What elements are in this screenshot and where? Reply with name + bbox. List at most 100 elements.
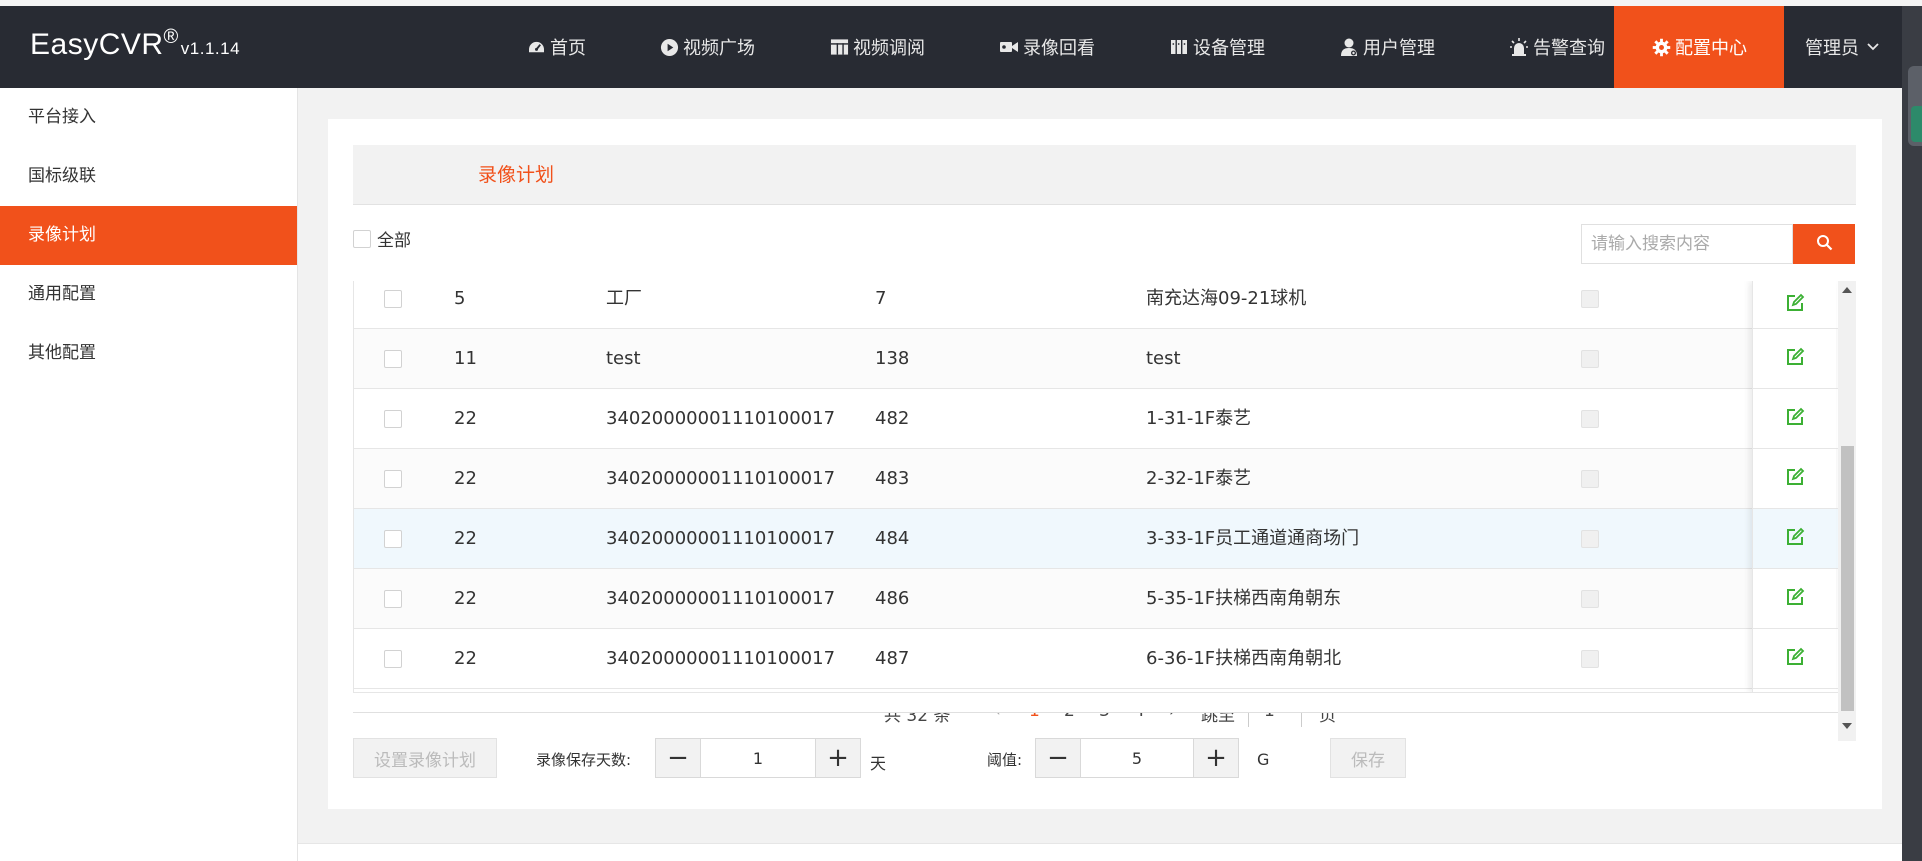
row-enable-checkbox[interactable] bbox=[1581, 349, 1599, 368]
pagination-jump-value: 1 bbox=[1264, 713, 1275, 721]
gear-icon bbox=[1651, 37, 1671, 57]
select-all-checkbox[interactable] bbox=[353, 229, 371, 248]
select-all-label: 全部 bbox=[377, 231, 411, 251]
nav-playback[interactable]: 录像回看 bbox=[962, 6, 1132, 88]
pagination-prev[interactable]: ‹ bbox=[994, 713, 1001, 721]
row-enable-checkbox[interactable] bbox=[1581, 529, 1599, 548]
pagination-jump-input[interactable] bbox=[1248, 713, 1302, 727]
cell-channel: 7 bbox=[875, 288, 887, 309]
cell-channel-name: 南充达海09-21球机 bbox=[1146, 288, 1307, 309]
nav-video-view-label: 视频调阅 bbox=[853, 38, 925, 59]
sidebar-item-platform-access[interactable]: 平台接入 bbox=[0, 88, 297, 147]
cell-channel: 487 bbox=[875, 648, 910, 669]
user-menu[interactable]: 管理员 bbox=[1782, 6, 1902, 88]
side-indicator bbox=[1911, 106, 1922, 142]
nav-user-management[interactable]: 用户管理 bbox=[1302, 6, 1472, 88]
days-decrement-button[interactable]: − bbox=[655, 738, 701, 778]
search-button[interactable] bbox=[1793, 224, 1855, 264]
search-input[interactable]: 请输入搜索内容 bbox=[1581, 224, 1793, 264]
sidebar-item-general-config[interactable]: 通用配置 bbox=[0, 265, 297, 324]
nav-home[interactable]: 首页 bbox=[490, 6, 622, 88]
row-enable-checkbox[interactable] bbox=[1581, 409, 1599, 428]
dashboard-icon bbox=[526, 37, 546, 57]
pagination-page-2[interactable]: 2 bbox=[1064, 713, 1075, 721]
registered-mark: ® bbox=[163, 26, 179, 48]
row-enable-checkbox[interactable] bbox=[1581, 589, 1599, 608]
days-increment-button[interactable]: + bbox=[815, 738, 861, 778]
pagination-jump-label: 跳至 bbox=[1201, 713, 1235, 726]
nav-home-label: 首页 bbox=[550, 38, 586, 59]
cell-id: 22 bbox=[454, 468, 477, 489]
nav-video-square[interactable]: 视频广场 bbox=[622, 6, 792, 88]
retention-days-input[interactable]: 1 bbox=[701, 738, 815, 778]
cell-device: 34020000001110100017 bbox=[606, 528, 836, 549]
row-checkbox[interactable] bbox=[384, 529, 402, 548]
threshold-label: 阈值: bbox=[987, 751, 1023, 769]
table-row[interactable]: 22 34020000001110100017 482 1-31-1F泰艺 bbox=[354, 389, 1841, 449]
app-logo: EasyCVR®v1.1.14 bbox=[30, 26, 240, 62]
retention-days-stepper: − 1 + bbox=[655, 738, 861, 778]
scroll-up-arrow-icon[interactable] bbox=[1842, 287, 1852, 293]
row-checkbox[interactable] bbox=[384, 409, 402, 428]
cell-device: 工厂 bbox=[606, 288, 642, 309]
sidebar: 平台接入 国标级联 录像计划 通用配置 其他配置 bbox=[0, 88, 298, 861]
chevron-down-icon bbox=[1867, 40, 1879, 55]
main-panel: 录像计划 全部 请输入搜索内容 5 工厂 7 南充达海09-21球机 11 te… bbox=[328, 119, 1882, 809]
row-enable-checkbox[interactable] bbox=[1581, 289, 1599, 308]
sidebar-item-gb-cascade[interactable]: 国标级联 bbox=[0, 147, 297, 206]
cell-channel: 484 bbox=[875, 528, 910, 549]
edit-icon[interactable] bbox=[1785, 347, 1805, 371]
cell-channel: 483 bbox=[875, 468, 910, 489]
table-row[interactable]: 22 34020000001110100017 483 2-32-1F泰艺 bbox=[354, 449, 1841, 509]
cell-id: 22 bbox=[454, 588, 477, 609]
row-checkbox[interactable] bbox=[384, 589, 402, 608]
edit-icon[interactable] bbox=[1785, 587, 1805, 611]
table-scrollbar[interactable] bbox=[1838, 281, 1856, 741]
table-row[interactable]: 11 test 138 test bbox=[354, 329, 1841, 389]
pagination-page-3[interactable]: 3 bbox=[1099, 713, 1110, 721]
action-column bbox=[1752, 281, 1836, 692]
save-button[interactable]: 保存 bbox=[1330, 738, 1406, 778]
tab-recording-plan[interactable]: 录像计划 bbox=[478, 145, 554, 205]
nav-device-management[interactable]: 设备管理 bbox=[1132, 6, 1302, 88]
edit-icon[interactable] bbox=[1785, 527, 1805, 551]
select-all[interactable]: 全部 bbox=[353, 226, 411, 251]
row-checkbox[interactable] bbox=[384, 649, 402, 668]
table-row[interactable]: 5 工厂 7 南充达海09-21球机 bbox=[354, 281, 1841, 329]
table-row[interactable]: 22 34020000001110100017 487 6-36-1F扶梯西南角… bbox=[354, 629, 1841, 689]
pagination-next[interactable]: › bbox=[1169, 713, 1176, 721]
edit-icon[interactable] bbox=[1785, 647, 1805, 671]
row-checkbox[interactable] bbox=[384, 469, 402, 488]
user-icon bbox=[1339, 37, 1359, 57]
scroll-down-arrow-icon[interactable] bbox=[1842, 723, 1852, 729]
set-recording-plan-button[interactable]: 设置录像计划 bbox=[353, 738, 497, 778]
pagination-page-1[interactable]: 1 bbox=[1029, 713, 1040, 721]
cell-device: 34020000001110100017 bbox=[606, 468, 836, 489]
scrollbar-thumb[interactable] bbox=[1841, 446, 1854, 711]
window-edge-strip bbox=[1902, 6, 1922, 861]
nav-config-center[interactable]: 配置中心 bbox=[1614, 6, 1784, 88]
threshold-input[interactable]: 5 bbox=[1081, 738, 1193, 778]
sidebar-item-other-config[interactable]: 其他配置 bbox=[0, 324, 297, 383]
cell-id: 5 bbox=[454, 288, 466, 309]
row-checkbox[interactable] bbox=[384, 349, 402, 368]
table-row[interactable]: 22 34020000001110100017 486 5-35-1F扶梯西南角… bbox=[354, 569, 1841, 629]
row-checkbox[interactable] bbox=[384, 289, 402, 308]
row-enable-checkbox[interactable] bbox=[1581, 469, 1599, 488]
nav-video-view[interactable]: 视频调阅 bbox=[792, 6, 962, 88]
table-row[interactable]: 22 34020000001110100017 484 3-33-1F员工通道通… bbox=[354, 509, 1841, 569]
threshold-increment-button[interactable]: + bbox=[1193, 738, 1239, 778]
edit-icon[interactable] bbox=[1785, 407, 1805, 431]
threshold-unit: G bbox=[1257, 750, 1270, 769]
pagination-page-4[interactable]: 4 bbox=[1134, 713, 1145, 721]
row-enable-checkbox[interactable] bbox=[1581, 649, 1599, 668]
nav-config-center-label: 配置中心 bbox=[1675, 38, 1747, 59]
edit-icon[interactable] bbox=[1785, 467, 1805, 491]
nav-user-management-label: 用户管理 bbox=[1363, 38, 1435, 59]
edit-icon[interactable] bbox=[1785, 293, 1805, 317]
threshold-decrement-button[interactable]: − bbox=[1035, 738, 1081, 778]
cell-id: 22 bbox=[454, 648, 477, 669]
user-menu-label: 管理员 bbox=[1805, 38, 1859, 59]
sidebar-item-recording-plan[interactable]: 录像计划 bbox=[0, 206, 297, 265]
pagination-page-unit: 页 bbox=[1319, 713, 1336, 726]
